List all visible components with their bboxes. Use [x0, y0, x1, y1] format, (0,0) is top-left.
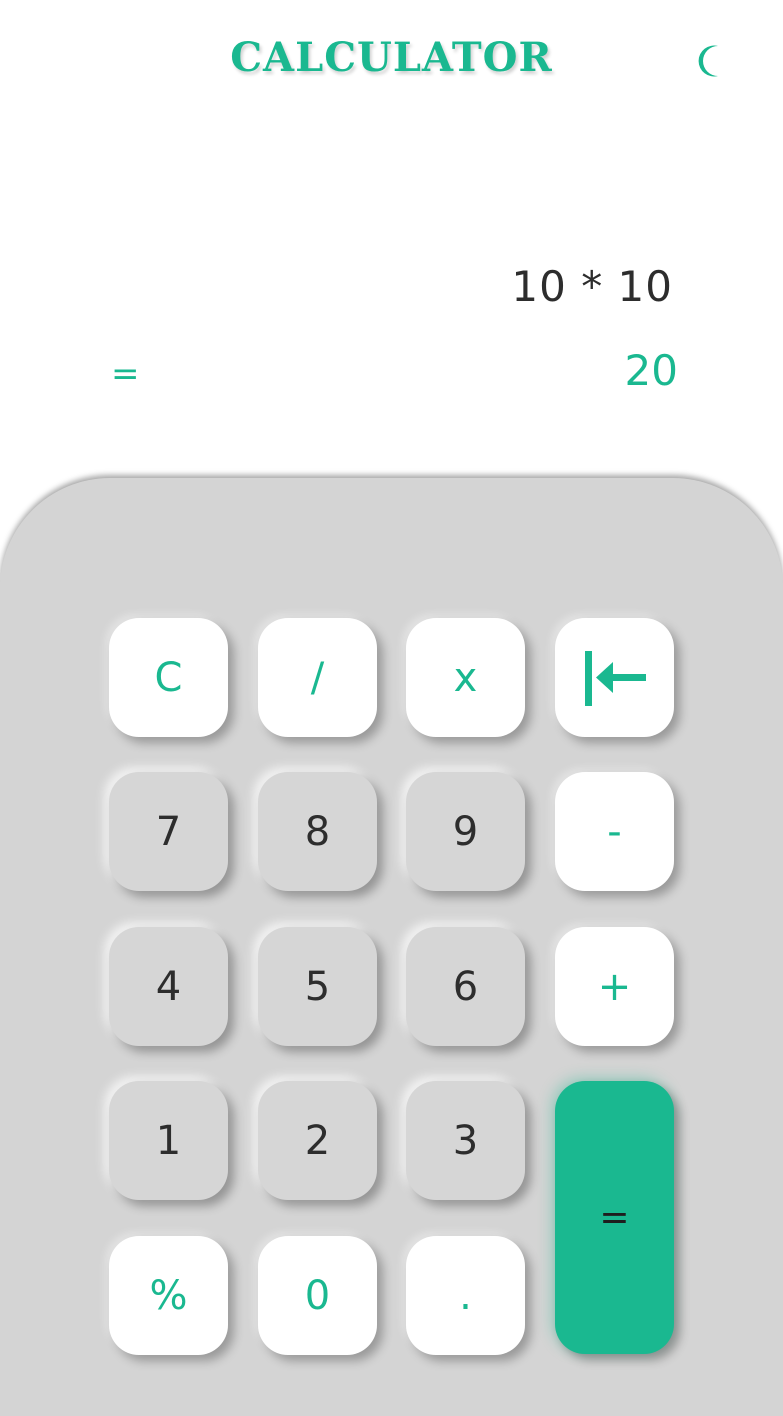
theme-toggle-button[interactable] — [696, 43, 732, 79]
expression-display: 10 * 10 — [511, 262, 673, 311]
digit-5-button[interactable]: 5 — [258, 927, 377, 1046]
digit-9-button[interactable]: 9 — [406, 772, 525, 891]
backspace-arrow-icon — [584, 650, 646, 706]
app-title: CALCULATOR — [230, 34, 553, 81]
digit-1-button[interactable]: 1 — [109, 1081, 228, 1200]
clear-button[interactable]: C — [109, 618, 228, 737]
moon-icon — [698, 45, 718, 77]
backspace-button[interactable] — [555, 618, 674, 737]
add-button[interactable]: + — [555, 927, 674, 1046]
decimal-button[interactable]: . — [406, 1236, 525, 1355]
digit-7-button[interactable]: 7 — [109, 772, 228, 891]
digit-4-button[interactable]: 4 — [109, 927, 228, 1046]
multiply-button[interactable]: x — [406, 618, 525, 737]
digit-8-button[interactable]: 8 — [258, 772, 377, 891]
percent-button[interactable]: % — [109, 1236, 228, 1355]
equals-button[interactable]: = — [555, 1081, 674, 1354]
keypad: C / x 7 8 9 - 4 5 6 + 1 2 3 = % 0 . — [0, 478, 783, 1416]
digit-2-button[interactable]: 2 — [258, 1081, 377, 1200]
result-equals-sign: = — [111, 354, 140, 394]
digit-6-button[interactable]: 6 — [406, 927, 525, 1046]
subtract-button[interactable]: - — [555, 772, 674, 891]
divide-button[interactable]: / — [258, 618, 377, 737]
digit-0-button[interactable]: 0 — [258, 1236, 377, 1355]
result-display: 20 — [624, 346, 678, 395]
digit-3-button[interactable]: 3 — [406, 1081, 525, 1200]
